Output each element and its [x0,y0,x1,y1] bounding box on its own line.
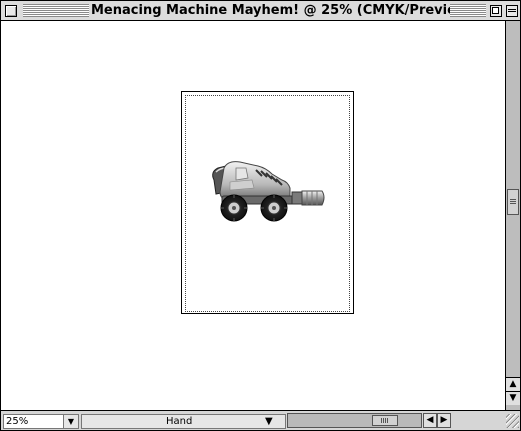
tool-status-popup[interactable]: Hand ▼ [81,414,286,429]
zoom-dropdown-arrow-icon[interactable]: ▼ [63,414,79,429]
status-bar: 25% ▼ Hand ▼ ◀ ▶ [1,410,520,430]
window-title: Menacing Machine Mayhem! @ 25% (CMYK/Pre… [91,2,474,19]
dropdown-arrow-icon: ▼ [265,416,273,427]
document-window: Menacing Machine Mayhem! @ 25% (CMYK/Pre… [0,0,521,431]
zoom-level-field[interactable]: 25% [3,414,65,429]
grip-icon [510,199,516,205]
vertical-scrollbar[interactable]: ▲ ▼ [505,21,520,410]
zoom-box-icon[interactable] [490,5,502,17]
close-box-icon[interactable] [5,5,17,17]
scroll-down-arrow-icon[interactable]: ▼ [506,391,520,405]
title-bar[interactable]: Menacing Machine Mayhem! @ 25% (CMYK/Pre… [1,1,520,21]
title-bar-stripes [23,4,89,17]
horizontal-scrollbar[interactable] [287,413,422,428]
machine-illustration [212,161,325,222]
scroll-left-arrow-icon[interactable]: ◀ [423,413,437,428]
tool-status-label: Hand [166,416,193,427]
vertical-scroll-thumb[interactable] [507,189,519,215]
resize-grip-icon[interactable] [506,414,519,428]
artboard [181,91,354,314]
grip-icon [381,418,388,423]
scroll-right-arrow-icon[interactable]: ▶ [437,413,451,428]
document-canvas[interactable] [1,21,505,410]
horizontal-scroll-thumb[interactable] [372,415,398,426]
title-bar-stripes [450,4,486,17]
scroll-up-arrow-icon[interactable]: ▲ [506,377,520,391]
collapse-box-icon[interactable] [506,5,518,17]
